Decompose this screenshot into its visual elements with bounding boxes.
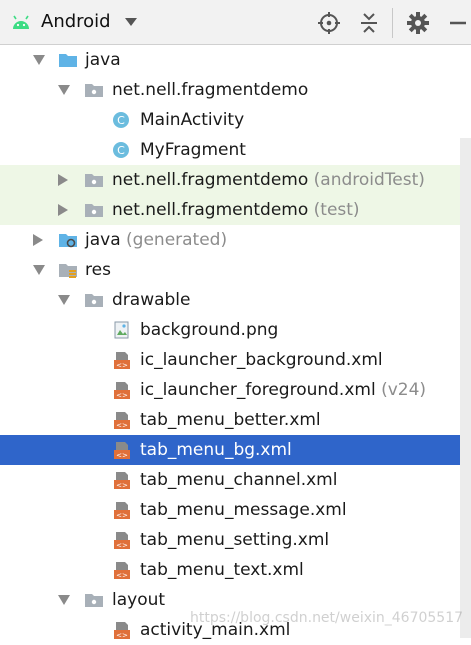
tree-row-xml-file-selected[interactable]: <> tab_menu_bg.xml xyxy=(0,435,471,465)
hide-icon[interactable] xyxy=(446,11,470,35)
xml-file-icon: <> xyxy=(114,442,130,460)
generated-folder-icon xyxy=(59,234,77,248)
tree-label: tab_menu_message.xml xyxy=(140,500,347,520)
tree-row-xml-file[interactable]: <> tab_menu_better.xml xyxy=(0,405,471,435)
tree-row-xml-file[interactable]: <> tab_menu_channel.xml xyxy=(0,465,471,495)
watermark: https://blog.csdn.net/weixin_46705517 xyxy=(190,610,464,626)
chevron-down-icon[interactable] xyxy=(58,85,70,95)
tree-label: java xyxy=(85,50,121,70)
resource-folder-icon xyxy=(59,264,77,278)
package-folder-icon xyxy=(85,84,103,97)
caret-down-icon[interactable] xyxy=(124,16,138,28)
tree-row-class[interactable]: C MyFragment xyxy=(0,135,471,165)
svg-text:<>: <> xyxy=(116,482,128,490)
tree-label: ic_launcher_background.xml xyxy=(140,350,383,370)
svg-text:C: C xyxy=(117,144,125,157)
xml-file-icon: <> xyxy=(114,382,130,400)
tree-label: tab_menu_channel.xml xyxy=(140,470,338,490)
tree-label: drawable xyxy=(112,290,191,310)
xml-file-icon: <> xyxy=(114,562,130,580)
tree-row-drawable[interactable]: drawable xyxy=(0,285,471,315)
tree-label: layout xyxy=(112,590,166,610)
xml-file-icon: <> xyxy=(114,502,130,520)
chevron-right-icon[interactable] xyxy=(58,204,68,216)
tree-label: tab_menu_bg.xml xyxy=(140,440,292,460)
svg-text:<>: <> xyxy=(116,512,128,520)
tree-label: MainActivity xyxy=(140,110,245,130)
tree-label: net.nell.fragmentdemo (test) xyxy=(112,200,360,220)
svg-text:<>: <> xyxy=(116,542,128,550)
chevron-down-icon[interactable] xyxy=(58,595,70,605)
svg-text:C: C xyxy=(117,114,125,127)
tree-label: ic_launcher_foreground.xml (v24) xyxy=(140,380,427,400)
tree-label: net.nell.fragmentdemo xyxy=(112,80,309,100)
class-icon: C xyxy=(113,142,129,158)
tree-row-android-test-package[interactable]: net.nell.fragmentdemo (androidTest) xyxy=(0,165,471,195)
collapse-icon[interactable] xyxy=(357,11,381,35)
tree-row-image-file[interactable]: background.png xyxy=(0,315,471,345)
project-toolbar: Android xyxy=(0,0,471,45)
locate-icon[interactable] xyxy=(317,11,341,35)
chevron-down-icon[interactable] xyxy=(33,55,45,65)
android-icon xyxy=(13,15,29,29)
tree-row-res[interactable]: res xyxy=(0,255,471,285)
project-view-title[interactable]: Android xyxy=(41,11,111,33)
folder-icon xyxy=(85,294,103,307)
chevron-down-icon[interactable] xyxy=(58,295,70,305)
gear-icon[interactable] xyxy=(406,11,430,35)
xml-file-icon: <> xyxy=(114,412,130,430)
svg-text:<>: <> xyxy=(116,422,128,430)
svg-text:<>: <> xyxy=(116,452,128,460)
svg-text:<>: <> xyxy=(116,572,128,580)
tree-label: background.png xyxy=(140,320,279,340)
toolbar-separator xyxy=(392,8,393,38)
source-folder-icon xyxy=(59,54,77,67)
vertical-scrollbar[interactable] xyxy=(460,138,471,638)
tree-row-java-generated[interactable]: java (generated) xyxy=(0,225,471,255)
tree-label: MyFragment xyxy=(140,140,246,160)
tree-row-test-package[interactable]: net.nell.fragmentdemo (test) xyxy=(0,195,471,225)
package-folder-icon xyxy=(85,174,103,187)
tree-row-java[interactable]: java xyxy=(0,45,471,75)
tree-label: tab_menu_better.xml xyxy=(140,410,321,430)
xml-file-icon: <> xyxy=(114,352,130,370)
xml-file-icon: <> xyxy=(114,532,130,550)
tree-row-package[interactable]: net.nell.fragmentdemo xyxy=(0,75,471,105)
tree-row-xml-file[interactable]: <> ic_launcher_background.xml xyxy=(0,345,471,375)
folder-icon xyxy=(85,594,103,607)
svg-text:<>: <> xyxy=(116,392,128,400)
chevron-right-icon[interactable] xyxy=(33,234,43,246)
tree-label: java (generated) xyxy=(85,230,228,250)
tree-row-xml-file[interactable]: <> tab_menu_text.xml xyxy=(0,555,471,585)
tree-label: net.nell.fragmentdemo (androidTest) xyxy=(112,170,425,190)
xml-file-icon: <> xyxy=(114,472,130,490)
tree-row-xml-file[interactable]: <> ic_launcher_foreground.xml (v24) xyxy=(0,375,471,405)
tree-label: tab_menu_text.xml xyxy=(140,560,304,580)
package-folder-icon xyxy=(85,204,103,217)
image-file-icon xyxy=(114,321,129,339)
xml-file-icon: <> xyxy=(114,622,130,639)
class-icon: C xyxy=(113,112,129,128)
tree-label: tab_menu_setting.xml xyxy=(140,530,330,550)
tree-label: res xyxy=(85,260,111,280)
tree-row-xml-file[interactable]: <> tab_menu_setting.xml xyxy=(0,525,471,555)
chevron-down-icon[interactable] xyxy=(33,265,45,275)
chevron-right-icon[interactable] xyxy=(58,174,68,186)
tree-row-xml-file[interactable]: <> tab_menu_message.xml xyxy=(0,495,471,525)
project-tree: java net.nell.fragmentdemo C MainActivit… xyxy=(0,45,471,640)
svg-text:<>: <> xyxy=(116,362,128,370)
tree-row-class[interactable]: C MainActivity xyxy=(0,105,471,135)
